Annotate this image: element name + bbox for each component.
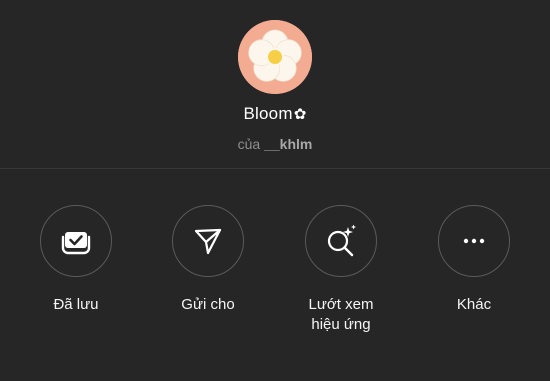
action-row: Đã lưu Gửi cho Lướt xem hiệu ứng Khác — [0, 205, 550, 355]
send-circle[interactable] — [172, 205, 244, 277]
saved-circle[interactable] — [40, 205, 112, 277]
browse-circle[interactable] — [305, 205, 377, 277]
browse-effects-label: Lướt xem hiệu ứng — [286, 295, 396, 335]
send-to-button[interactable]: Gửi cho — [153, 205, 263, 315]
browse-label-line2: hiệu ứng — [311, 316, 371, 333]
byline-prefix: của — [237, 136, 261, 152]
effect-avatar[interactable] — [238, 20, 312, 94]
browse-label-line1: Lướt xem — [308, 296, 374, 313]
browse-effects-button[interactable]: Lướt xem hiệu ứng — [286, 205, 396, 335]
saved-button[interactable]: Đã lưu — [21, 205, 131, 315]
paper-plane-send-icon — [194, 228, 222, 255]
more-dots-icon — [463, 238, 485, 244]
effect-byline: của __khlm — [0, 136, 550, 152]
send-to-label: Gửi cho — [181, 296, 235, 313]
author-link[interactable]: __khlm — [264, 136, 312, 152]
more-button[interactable]: Khác — [419, 205, 529, 315]
effect-name: Bloom — [243, 104, 293, 123]
flower-glyph-icon: ✿ — [293, 106, 307, 123]
more-label: Khác — [456, 296, 492, 313]
search-sparkle-icon — [327, 224, 356, 257]
saved-bookmark-check-icon — [61, 232, 91, 255]
daisy-flower-icon — [238, 20, 312, 94]
effect-sheet: Bloom✿ của __khlm Đã lưu Gửi cho Lướt xe… — [0, 0, 550, 381]
effect-header: Bloom✿ của __khlm — [0, 0, 550, 169]
saved-label: Đã lưu — [53, 296, 99, 313]
more-circle[interactable] — [438, 205, 510, 277]
effect-title: Bloom✿ — [0, 104, 550, 124]
